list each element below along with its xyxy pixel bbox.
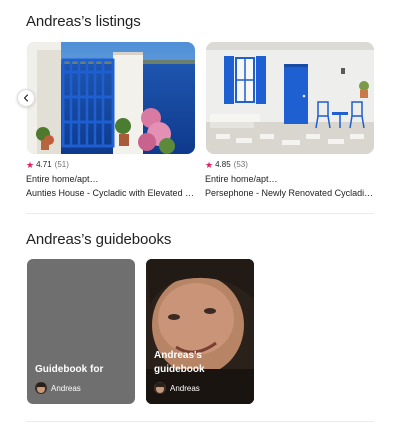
avatar [154,382,166,394]
listing-photo-persephone[interactable] [206,42,374,154]
guidebook-author: Andreas [35,382,81,394]
avatar-image [154,382,166,394]
rating-row: ★ 4.71 (51) [26,159,196,171]
guidebook-title: Guidebook for [35,364,104,375]
listing-photo-scene [206,42,374,154]
author-name: Andreas [51,383,81,393]
carousel-prev-button[interactable] [17,89,35,107]
listings-section-title: Andreas’s listings [26,13,141,30]
listing-name: Aunties House - Cycladic with Elevated … [26,188,195,198]
section-divider [26,213,374,214]
review-count: (51) [54,160,69,169]
rating-value: 4.85 [215,160,231,169]
guidebook-card[interactable]: Andreas's guidebook Andreas [146,259,254,404]
avatar [35,382,47,394]
listing-photo-scene [27,42,195,154]
guidebook-card[interactable]: Guidebook for Andreas [27,259,135,404]
rating-row: ★ 4.85 (53) [205,159,375,171]
star-icon: ★ [205,160,214,170]
rating-value: 4.71 [36,160,52,169]
listing-type: Entire home/apt… [26,174,99,184]
listing-name: Persephone - Newly Renovated Cycladic… [205,188,375,198]
avatar-image [35,382,47,394]
star-icon: ★ [26,160,35,170]
chevron-left-icon [23,94,29,102]
listing-card-aunties-house[interactable]: ★ 4.71 (51) Entire home/apt… Aunties Hou… [26,159,196,199]
listing-photo-aunties-house[interactable] [27,42,195,154]
guidebook-author: Andreas [154,382,200,394]
guidebooks-section-title: Andreas’s guidebooks [26,231,172,248]
guidebook-title: Andreas's guidebook [154,350,205,375]
listing-type: Entire home/apt… [205,174,278,184]
listing-card-persephone[interactable]: ★ 4.85 (53) Entire home/apt… Persephone … [205,159,375,199]
author-name: Andreas [170,383,200,393]
section-divider [26,421,374,422]
review-count: (53) [233,160,248,169]
